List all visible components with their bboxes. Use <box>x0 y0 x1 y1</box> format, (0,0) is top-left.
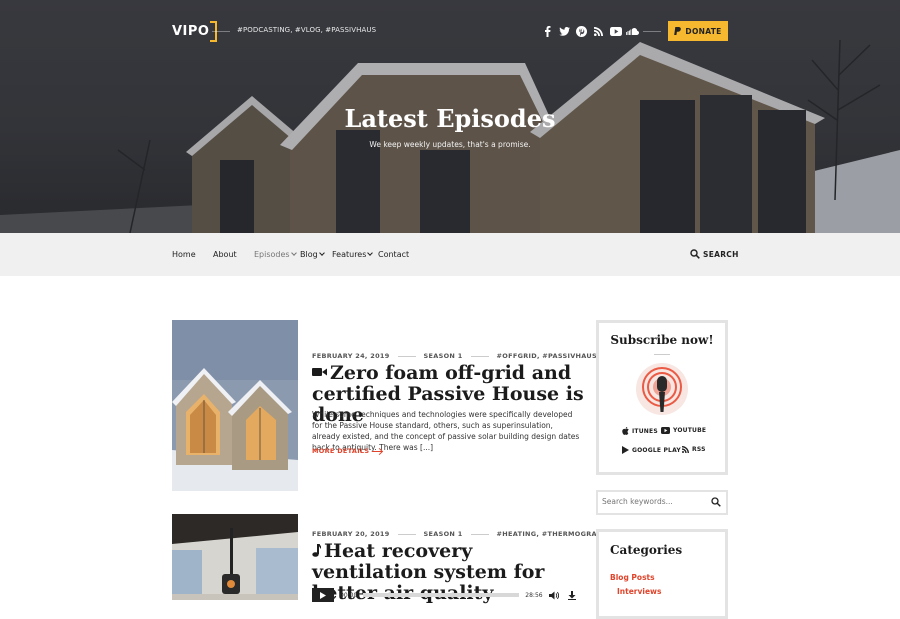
youtube-link[interactable]: YOUTUBE <box>661 427 706 434</box>
post-date[interactable]: FEBRUARY 24, 2019 <box>312 352 390 360</box>
nav-item-contact[interactable]: Contact <box>378 250 409 259</box>
post-meta: FEBRUARY 20, 2019 SEASON 1 #HEATING, #TH… <box>312 530 604 538</box>
youtube-label: YOUTUBE <box>673 427 707 434</box>
search-icon[interactable] <box>711 497 721 507</box>
nav-search-button[interactable]: SEARCH <box>690 249 739 259</box>
itunes-link[interactable]: ITUNES <box>622 427 658 435</box>
logo-text: VIPO <box>172 24 210 39</box>
current-time: 00:00 <box>340 591 358 599</box>
meta-divider <box>397 533 416 535</box>
music-note-icon <box>312 543 321 557</box>
post-tags[interactable]: #OFFGRID, #PASSIVHAUS <box>497 352 597 360</box>
nav-item-episodes-label: Episodes <box>254 250 290 259</box>
facebook-icon[interactable] <box>539 23 556 40</box>
volume-icon[interactable] <box>548 591 559 600</box>
post-meta: FEBRUARY 24, 2019 SEASON 1 #OFFGRID, #PA… <box>312 352 597 360</box>
video-camera-icon <box>312 368 327 376</box>
hero-banner: VIPO #PODCASTING, #VLOG, #PASSIVHAUS DON… <box>0 0 900 233</box>
site-tagline: #PODCASTING, #VLOG, #PASSIVHAUS <box>237 26 377 34</box>
rss-icon <box>682 446 689 453</box>
main-navigation: Home About Episodes Blog Features Contac… <box>0 233 900 276</box>
more-details-link[interactable]: MORE DETAILS <box>312 447 383 455</box>
nav-item-features[interactable]: Features <box>332 250 374 259</box>
chevron-down-icon <box>290 250 297 256</box>
play-icon <box>320 591 326 599</box>
google-play-link[interactable]: GOOGLE PLAY <box>622 446 681 454</box>
meta-divider <box>470 355 489 357</box>
chevron-down-icon <box>318 250 325 256</box>
pinterest-icon[interactable] <box>573 23 590 40</box>
page-subtitle: We keep weekly updates, that's a promise… <box>369 140 531 149</box>
post-date[interactable]: FEBRUARY 20, 2019 <box>312 530 390 538</box>
chevron-down-icon <box>367 250 374 256</box>
arrow-right-icon <box>372 450 383 452</box>
category-link[interactable]: Blog Posts <box>610 573 655 582</box>
title-divider <box>654 354 670 355</box>
rss-label: RSS <box>692 446 706 453</box>
donate-button[interactable]: DONATE <box>668 21 728 41</box>
google-play-icon <box>622 446 629 454</box>
post-tags[interactable]: #HEATING, #THERMOGRAM <box>497 530 604 538</box>
categories-title: Categories <box>610 543 683 557</box>
post-thumbnail[interactable] <box>172 514 298 600</box>
nav-item-blog-label: Blog <box>300 250 318 259</box>
nav-item-about[interactable]: About <box>213 250 237 259</box>
post-season[interactable]: SEASON 1 <box>424 352 463 360</box>
paypal-icon <box>674 27 682 35</box>
subscribe-title: Subscribe now! <box>610 333 714 347</box>
nav-item-episodes[interactable]: Episodes <box>254 250 297 259</box>
donate-label: DONATE <box>685 26 722 36</box>
google-play-label: GOOGLE PLAY <box>632 446 681 454</box>
category-link[interactable]: Interviews <box>617 587 661 596</box>
nav-item-blog[interactable]: Blog <box>300 250 325 259</box>
more-details-label: MORE DETAILS <box>312 447 370 455</box>
nav-item-features-label: Features <box>332 250 367 259</box>
progress-track[interactable] <box>363 593 520 597</box>
meta-divider <box>470 533 489 535</box>
nav-item-home[interactable]: Home <box>172 250 196 259</box>
duration: 28:56 <box>525 591 543 599</box>
header-divider <box>212 31 230 32</box>
youtube-icon[interactable] <box>607 23 624 40</box>
post-thumbnail-image <box>172 320 298 491</box>
soundcloud-icon[interactable] <box>624 23 641 40</box>
site-logo[interactable]: VIPO <box>172 21 218 42</box>
youtube-icon <box>661 427 670 434</box>
post-thumbnail-image <box>172 514 298 600</box>
post-season[interactable]: SEASON 1 <box>424 530 463 538</box>
rss-link[interactable]: RSS <box>682 446 706 453</box>
twitter-icon[interactable] <box>556 23 573 40</box>
search-input[interactable] <box>602 497 702 506</box>
meta-divider <box>397 355 416 357</box>
rss-icon[interactable] <box>590 23 607 40</box>
apple-icon <box>622 427 629 435</box>
itunes-label: ITUNES <box>632 427 658 435</box>
podcast-microphone-icon <box>636 363 688 415</box>
header-divider-right <box>643 31 661 32</box>
page-title: Latest Episodes <box>344 104 556 133</box>
nav-search-label: SEARCH <box>703 249 739 259</box>
post-thumbnail[interactable] <box>172 320 298 491</box>
social-links <box>539 23 641 40</box>
download-icon[interactable] <box>567 590 576 600</box>
search-icon <box>690 249 700 259</box>
